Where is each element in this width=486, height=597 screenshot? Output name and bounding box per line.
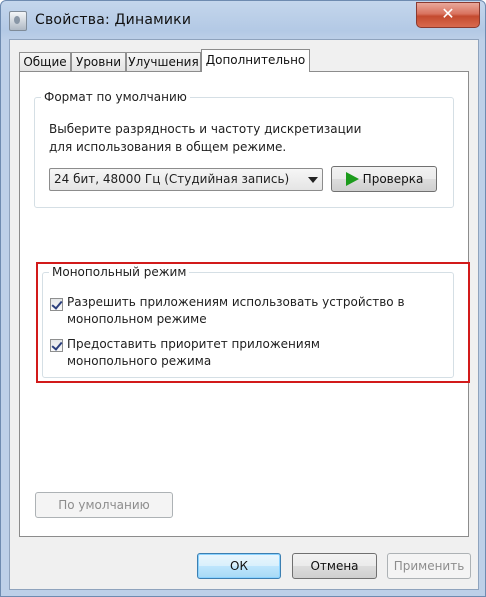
sample-format-select[interactable]: 24 бит, 48000 Гц (Студийная запись) bbox=[49, 168, 323, 191]
allow-exclusive-label[interactable]: Разрешить приложениям использовать устро… bbox=[67, 294, 407, 328]
cancel-button[interactable]: Отмена bbox=[292, 553, 377, 579]
dropdown-arrow-icon bbox=[308, 177, 318, 183]
tab-panel-advanced: Формат по умолчанию Выберите разрядность… bbox=[19, 71, 470, 537]
exclusive-priority-label[interactable]: Предоставить приоритет приложениям моноп… bbox=[67, 336, 407, 370]
tab-general[interactable]: Общие bbox=[19, 52, 71, 71]
exclusive-priority-checkbox[interactable] bbox=[50, 339, 63, 352]
play-icon bbox=[346, 172, 359, 186]
test-button[interactable]: Проверка bbox=[331, 166, 437, 192]
title-bar[interactable]: Свойства: Динамики ✕ bbox=[1, 1, 485, 39]
sample-format-value: 24 бит, 48000 Гц (Студийная запись) bbox=[54, 172, 290, 186]
restore-defaults-button[interactable]: По умолчанию bbox=[35, 492, 173, 518]
exclusive-mode-legend: Монопольный режим bbox=[52, 265, 187, 279]
exclusive-mode-group: Монопольный режим Разрешить приложениям … bbox=[42, 265, 454, 378]
close-button[interactable]: ✕ bbox=[416, 2, 480, 28]
apply-button[interactable]: Применить bbox=[387, 553, 471, 579]
default-format-legend: Формат по умолчанию bbox=[44, 90, 187, 104]
speaker-icon bbox=[9, 11, 27, 31]
allow-exclusive-checkbox[interactable] bbox=[50, 298, 63, 311]
tab-enhancements[interactable]: Улучшения bbox=[126, 52, 201, 71]
window-title: Свойства: Динамики bbox=[35, 12, 192, 28]
tab-advanced[interactable]: Дополнительно bbox=[201, 49, 310, 72]
default-format-group: Формат по умолчанию Выберите разрядность… bbox=[34, 90, 454, 208]
ok-button[interactable]: ОК bbox=[197, 553, 281, 579]
dialog-body: Общие Уровни Улучшения Дополнительно Фор… bbox=[9, 39, 479, 590]
properties-window: Свойства: Динамики ✕ Общие Уровни Улучше… bbox=[0, 0, 486, 597]
default-format-description: Выберите разрядность и частоту дискретиз… bbox=[49, 122, 362, 154]
test-button-label: Проверка bbox=[362, 172, 424, 186]
tab-levels[interactable]: Уровни bbox=[71, 52, 126, 71]
